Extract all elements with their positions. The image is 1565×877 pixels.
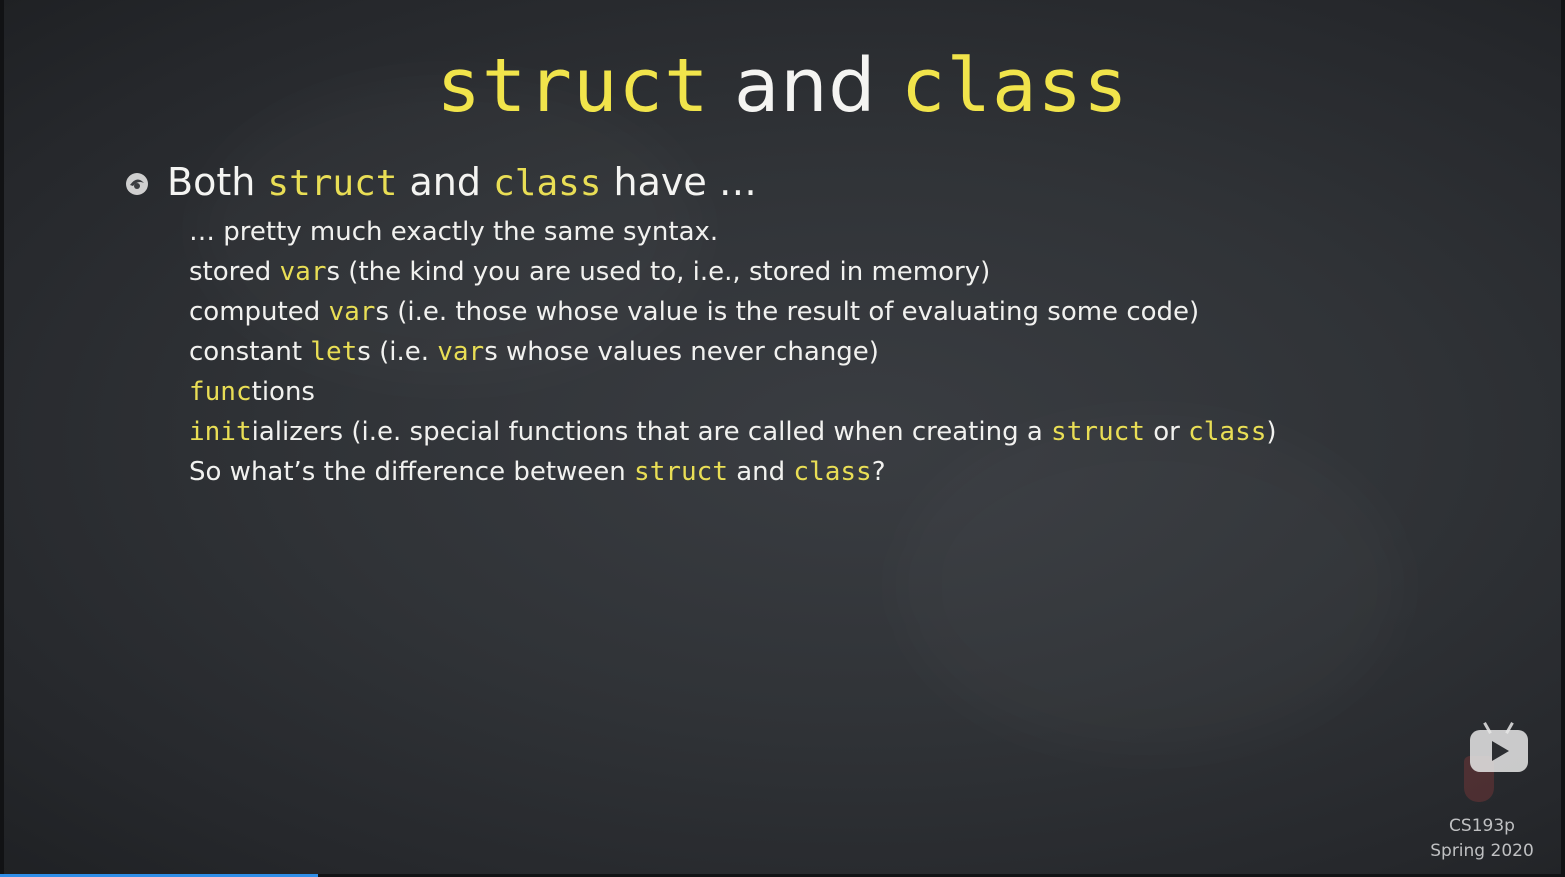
- sub-line: computed vars (i.e. those whose value is…: [189, 292, 1277, 332]
- code-keyword: class: [493, 163, 602, 204]
- text-segment: tions: [251, 377, 315, 407]
- text-segment: ): [1266, 417, 1277, 447]
- sub-list: … pretty much exactly the same syntax. st…: [189, 212, 1277, 492]
- code-keyword: init: [189, 417, 252, 447]
- course-label: CS193p Spring 2020: [1422, 814, 1542, 864]
- sub-line: functions: [189, 372, 1277, 412]
- code-keyword: var: [437, 337, 485, 367]
- text-segment: and: [727, 457, 794, 487]
- bullet-text: Both struct and class have …: [167, 160, 757, 204]
- code-keyword: var: [279, 257, 327, 287]
- code-keyword: let: [310, 337, 358, 367]
- sub-line: initializers (i.e. special functions tha…: [189, 412, 1277, 452]
- code-keyword: struct: [634, 457, 728, 487]
- slide-frame: struct and class Both struct and class h…: [0, 0, 1565, 877]
- video-play-icon[interactable]: [1470, 722, 1528, 772]
- bullet-swirl-icon: [126, 173, 148, 195]
- text-segment: So what’s the difference between: [189, 457, 635, 487]
- code-keyword: class: [900, 43, 1129, 129]
- code-keyword: var: [328, 297, 376, 327]
- code-keyword: class: [1188, 417, 1267, 447]
- text-segment: or: [1144, 417, 1189, 447]
- text-segment: s (i.e.: [357, 337, 438, 367]
- text-segment: have …: [601, 160, 757, 204]
- text-segment: ?: [871, 457, 886, 487]
- sub-line: stored vars (the kind you are used to, i…: [189, 252, 1277, 292]
- text-segment: constant: [189, 337, 311, 367]
- sub-line: So what’s the difference between struct …: [189, 452, 1277, 492]
- code-keyword: class: [793, 457, 872, 487]
- course-term: Spring 2020: [1430, 841, 1534, 861]
- text-segment: ializers (i.e. special functions that ar…: [251, 417, 1052, 447]
- code-keyword: struct: [436, 43, 710, 129]
- text-segment: and: [397, 160, 494, 204]
- code-keyword: struct: [1051, 417, 1145, 447]
- text-segment: and: [709, 43, 901, 129]
- text-segment: stored: [189, 257, 280, 287]
- text-segment: … pretty much exactly the same syntax.: [189, 217, 719, 247]
- code-keyword: func: [189, 377, 252, 407]
- text-segment: computed: [189, 297, 329, 327]
- bullet-main: Both struct and class have …: [124, 160, 757, 204]
- code-keyword: struct: [267, 163, 398, 204]
- slide-title: struct and class: [0, 42, 1565, 132]
- course-branding: CS193p Spring 2020: [1430, 722, 1534, 862]
- sub-line: … pretty much exactly the same syntax.: [189, 212, 1277, 252]
- text-segment: Both: [167, 160, 268, 204]
- text-segment: s whose values never change): [484, 337, 879, 367]
- text-segment: s (i.e. those whose value is the result …: [375, 297, 1200, 327]
- sub-line: constant lets (i.e. vars whose values ne…: [189, 332, 1277, 372]
- course-name: CS193p: [1449, 816, 1515, 836]
- text-segment: s (the kind you are used to, i.e., store…: [326, 257, 991, 287]
